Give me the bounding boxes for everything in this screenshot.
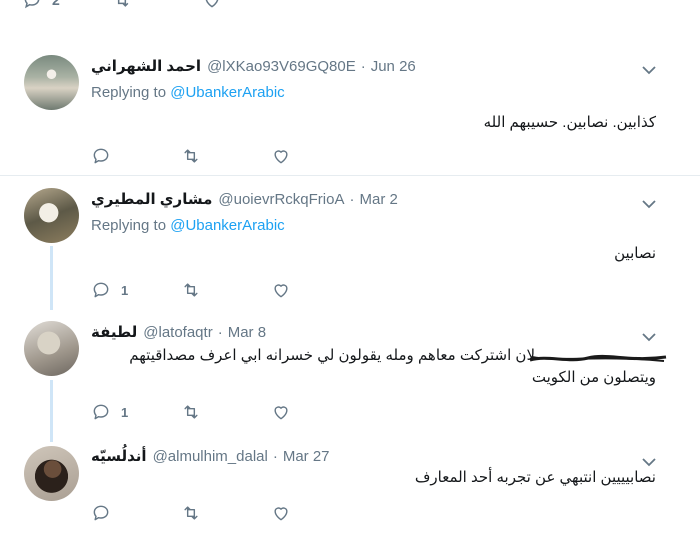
heart-icon: [274, 507, 288, 521]
reply-button[interactable]: 2: [22, 0, 112, 10]
separator: ·: [360, 58, 366, 75]
separator: ·: [349, 191, 355, 208]
separator: ·: [217, 324, 223, 341]
reply-icon: [93, 148, 109, 164]
retweet-button[interactable]: [181, 280, 271, 300]
tweet-header: أندلُسيّه @almulhim_dalal · Mar 27: [91, 447, 330, 465]
tweet-date[interactable]: Jun 26: [371, 58, 416, 75]
chevron-down-icon[interactable]: [642, 196, 656, 209]
retweet-button[interactable]: [181, 402, 271, 422]
tweet-header: احمد الشهراني @lXKao93V69GQ80E · Jun 26: [91, 57, 416, 75]
tweet-actions: [91, 503, 361, 523]
reply-icon: [24, 0, 40, 9]
replying-prefix: Replying to: [91, 84, 167, 101]
chevron-down-icon[interactable]: [642, 62, 656, 75]
tweet-actions: 1: [91, 280, 361, 300]
like-button[interactable]: [271, 503, 361, 523]
like-button[interactable]: [271, 146, 361, 166]
previous-tweet-actions: 2: [0, 0, 700, 12]
tweet-date[interactable]: Mar 2: [359, 191, 397, 208]
retweet-icon: [184, 149, 198, 163]
replying-target-link[interactable]: @UbankerArabic: [170, 84, 284, 101]
tweet-header: لطيفة @latofaqtr · Mar 8: [91, 323, 266, 341]
tweet[interactable]: لطيفة @latofaqtr · Mar 8 لان اشتركت معاه…: [0, 311, 700, 442]
like-button[interactable]: [271, 402, 361, 422]
reply-count: 1: [121, 282, 129, 298]
display-name[interactable]: لطيفة: [91, 323, 137, 341]
tweet-text-line-1: لان اشتركت معاهم ومله يقولون لي خسرانه ا…: [129, 347, 535, 364]
chevron-down-icon[interactable]: [642, 454, 656, 467]
avatar[interactable]: [24, 321, 79, 376]
user-handle[interactable]: @latofaqtr: [143, 324, 212, 341]
tweet-header: مشاري المطيري @uoievrRckqFrioA · Mar 2: [91, 190, 398, 208]
retweet-button[interactable]: [112, 0, 202, 10]
scribble-redaction: [528, 351, 668, 362]
tweet-text: كذابين. نصابين. حسيبهم الله: [483, 114, 656, 131]
tweet-text: نصابين: [614, 245, 656, 262]
reply-icon: [93, 404, 109, 420]
tweet[interactable]: مشاري المطيري @uoievrRckqFrioA · Mar 2 R…: [0, 177, 700, 311]
replying-to: Replying to @UbankerArabic: [91, 217, 285, 234]
replying-target-link[interactable]: @UbankerArabic: [170, 217, 284, 234]
display-name[interactable]: مشاري المطيري: [91, 190, 212, 208]
reply-count: 2: [52, 0, 60, 8]
retweet-button[interactable]: [181, 146, 271, 166]
avatar[interactable]: [24, 188, 79, 243]
display-name[interactable]: أندلُسيّه: [91, 447, 147, 465]
replying-to: Replying to @UbankerArabic: [91, 84, 285, 101]
heart-icon: [274, 406, 288, 420]
replying-prefix: Replying to: [91, 217, 167, 234]
tweet-actions: [91, 146, 361, 166]
chevron-down-icon[interactable]: [642, 329, 656, 342]
display-name[interactable]: احمد الشهراني: [91, 57, 201, 75]
tweet-date[interactable]: Mar 8: [228, 324, 266, 341]
user-handle[interactable]: @uoievrRckqFrioA: [218, 191, 344, 208]
tweet-text: نصابيييين انتبهي عن تجربه أحد المعارف: [414, 469, 656, 486]
user-handle[interactable]: @almulhim_dalal: [153, 448, 268, 465]
retweet-button[interactable]: [181, 503, 271, 523]
reply-icon: [93, 505, 109, 521]
retweet-icon: [184, 405, 198, 419]
retweet-icon: [184, 506, 198, 520]
user-handle[interactable]: @lXKao93V69GQ80E: [207, 58, 356, 75]
retweet-icon: [184, 283, 198, 297]
avatar[interactable]: [24, 55, 79, 110]
avatar[interactable]: [24, 446, 79, 501]
like-button[interactable]: [271, 280, 361, 300]
tweet[interactable]: أندلُسيّه @almulhim_dalal · Mar 27 نصابي…: [0, 442, 700, 535]
tweet-actions: 1: [91, 402, 361, 422]
reply-icon: [93, 282, 109, 298]
tweet[interactable]: احمد الشهراني @lXKao93V69GQ80E · Jun 26 …: [0, 40, 700, 176]
tweet-text-line-2: ويتصلون من الكويت: [531, 369, 656, 386]
heart-icon: [205, 0, 219, 8]
retweet-icon: [117, 0, 129, 7]
reply-button[interactable]: [91, 146, 181, 166]
reply-button[interactable]: [91, 503, 181, 523]
separator: ·: [272, 448, 278, 465]
reply-count: 1: [121, 404, 129, 420]
heart-icon: [274, 284, 288, 298]
heart-icon: [274, 150, 288, 164]
reply-button[interactable]: 1: [91, 280, 181, 300]
like-button[interactable]: [202, 0, 292, 10]
reply-button[interactable]: 1: [91, 402, 181, 422]
tweet-date[interactable]: Mar 27: [283, 448, 330, 465]
